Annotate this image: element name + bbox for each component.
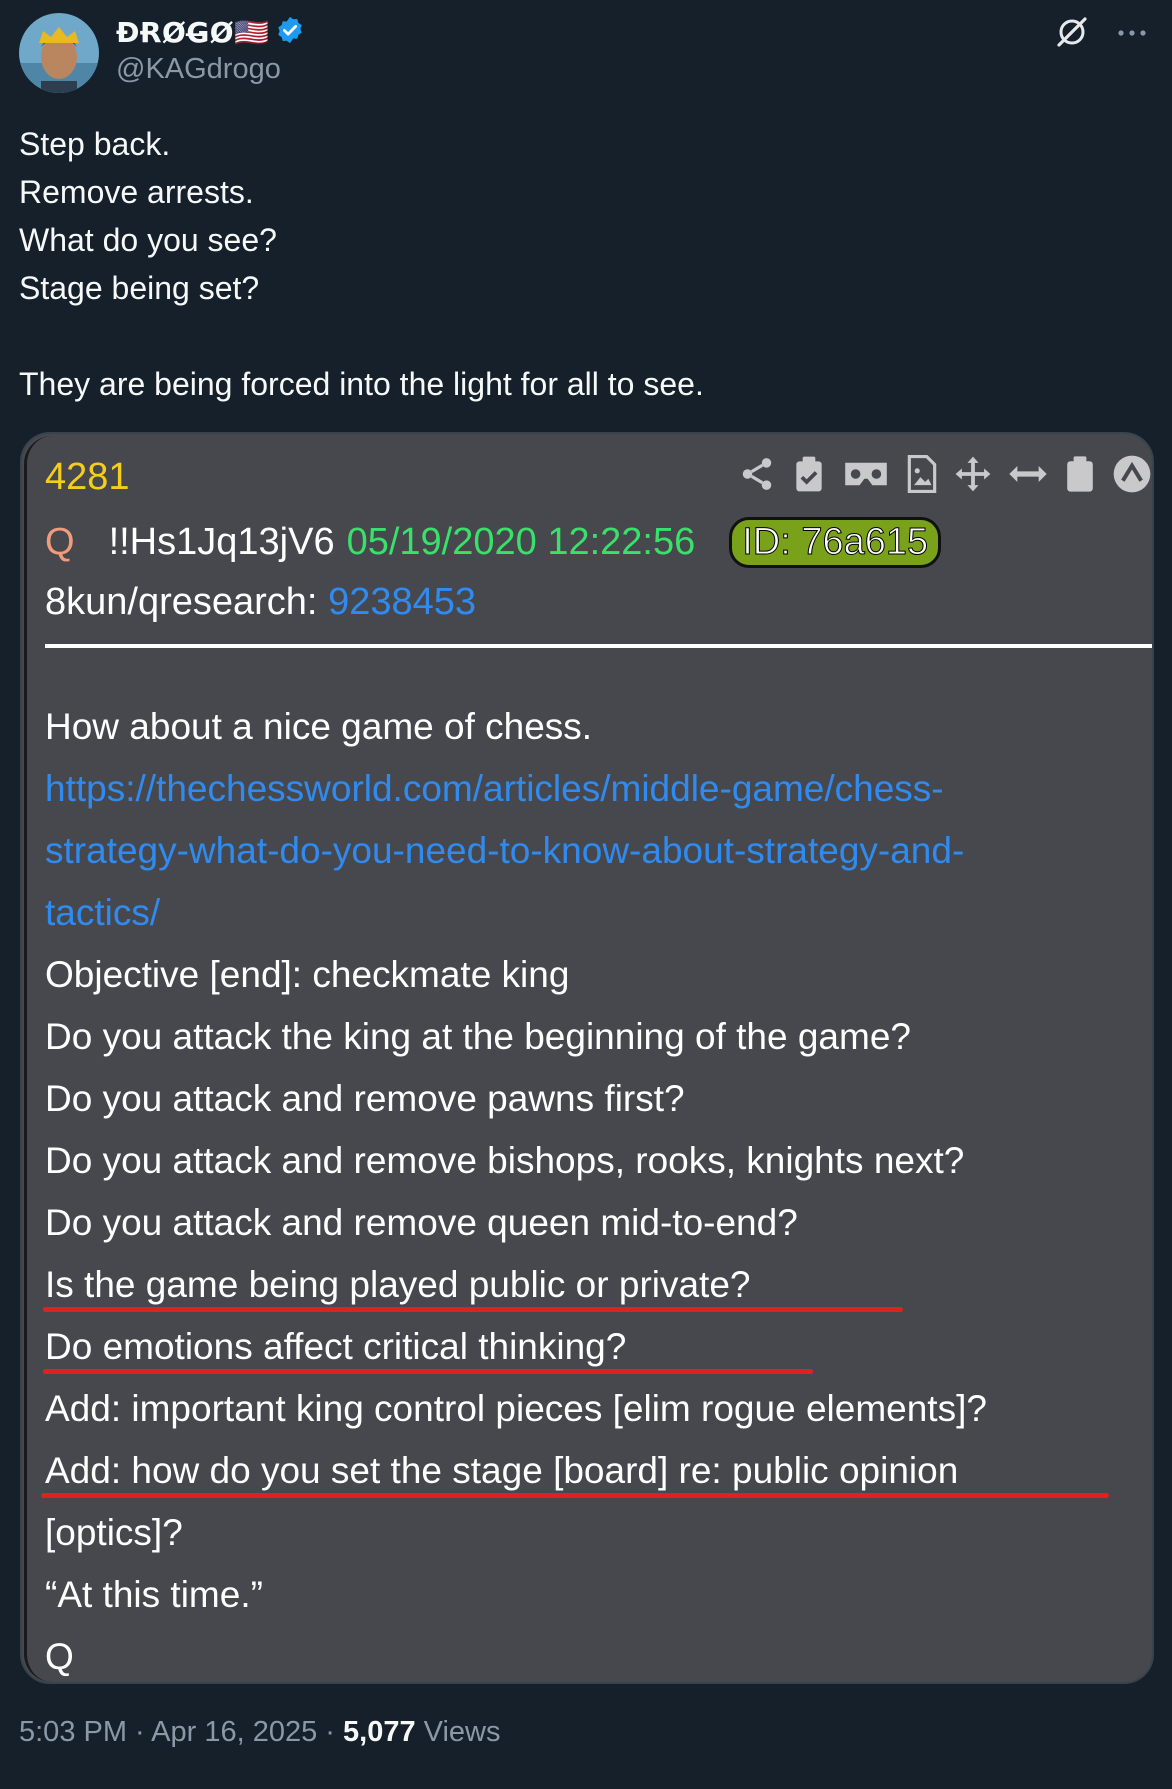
post-number: 4281: [45, 456, 130, 498]
drop-line: Do you attack and remove pawns first?: [45, 1078, 685, 1119]
grok-icon[interactable]: [1054, 14, 1090, 55]
red-underline: [43, 1369, 813, 1374]
arrow-up-circle-icon: [1112, 454, 1152, 499]
tweet-line: They are being forced into the light for…: [19, 366, 704, 402]
drop-line: [optics]?: [45, 1512, 183, 1553]
q-label: Q: [45, 520, 75, 563]
tweet-line: Stage being set?: [19, 270, 260, 306]
drop-link: tactics/: [45, 892, 161, 933]
share-icon: [738, 455, 776, 498]
author-display-name[interactable]: ÐɌØG̶Ø🇺🇸: [116, 16, 269, 49]
tweet-date[interactable]: Apr 16, 2025: [151, 1716, 317, 1748]
drop-link: https://thechessworld.com/articles/middl…: [45, 768, 944, 809]
drop-datetime: 05/19/2020 12:22:56: [346, 520, 696, 563]
views-label: Views: [415, 1716, 501, 1748]
board-label: 8kun/qresearch:: [45, 581, 329, 623]
drop-body: How about a nice game of chess. https://…: [45, 696, 1145, 1682]
author-name-row[interactable]: ÐɌØG̶Ø🇺🇸: [116, 14, 305, 50]
tweet-line: [19, 312, 1139, 360]
clipboard-icon: [1064, 454, 1096, 499]
separator: ·: [317, 1716, 344, 1748]
board-post-number: 9238453: [328, 581, 476, 623]
tweet-line: Step back.: [19, 126, 171, 162]
verified-badge-icon: [275, 15, 305, 50]
tweet-line: Remove arrests.: [19, 174, 254, 210]
views-count: 5,077: [343, 1716, 416, 1748]
drop-meta-row: Q !!Hs1Jq13jV6 05/19/2020 12:22:56 ID: 7…: [45, 516, 942, 568]
q-drop-screenshot: 4281 Q !!Hs1Jq13jV6 05/19/2020 12:22:56 …: [24, 436, 1152, 1682]
drop-toolbar: [738, 454, 1152, 499]
red-underline: [41, 1493, 1109, 1498]
tweet-footer: 5:03 PM · Apr 16, 2025 · 5,077 Views: [19, 1716, 501, 1749]
drop-line: Do you attack and remove queen mid-to-en…: [45, 1202, 798, 1243]
avatar-image: [19, 13, 99, 93]
tripcode: !!Hs1Jq13jV6: [108, 520, 335, 563]
drop-line: Do you attack and remove bishops, rooks,…: [45, 1140, 965, 1181]
separator: ·: [127, 1716, 152, 1748]
board-row: 8kun/qresearch: 9238453: [45, 581, 476, 624]
divider: [45, 644, 1152, 648]
drop-line: How about a nice game of chess.: [45, 706, 593, 747]
file-image-icon: [906, 455, 938, 498]
header-actions: [1054, 14, 1148, 55]
more-options-icon[interactable]: [1116, 26, 1148, 44]
tweet-text: Step back. Remove arrests. What do you s…: [19, 120, 1139, 408]
horizontal-arrows-icon: [1008, 462, 1048, 491]
author-handle[interactable]: @KAGdrogo: [116, 53, 281, 86]
drop-line: Objective [end]: checkmate king: [45, 954, 570, 995]
tweet-time[interactable]: 5:03 PM: [19, 1716, 127, 1748]
clipboard-check-icon: [792, 455, 826, 498]
drop-line: Q: [45, 1636, 74, 1677]
drop-line: Add: important king control pieces [elim…: [45, 1388, 987, 1429]
drop-line: “At this time.”: [45, 1574, 263, 1615]
move-arrows-icon: [954, 455, 992, 498]
tweet-media-card[interactable]: 4281 Q !!Hs1Jq13jV6 05/19/2020 12:22:56 …: [20, 432, 1154, 1684]
poster-id-badge: ID: 76a615: [729, 516, 942, 568]
avatar[interactable]: [19, 13, 99, 93]
vr-headset-icon: [842, 457, 890, 496]
drop-line: Do you attack the king at the beginning …: [45, 1016, 911, 1057]
drop-link: strategy-what-do-you-need-to-know-about-…: [45, 830, 965, 871]
red-underline: [43, 1307, 903, 1312]
tweet-line: What do you see?: [19, 222, 277, 258]
